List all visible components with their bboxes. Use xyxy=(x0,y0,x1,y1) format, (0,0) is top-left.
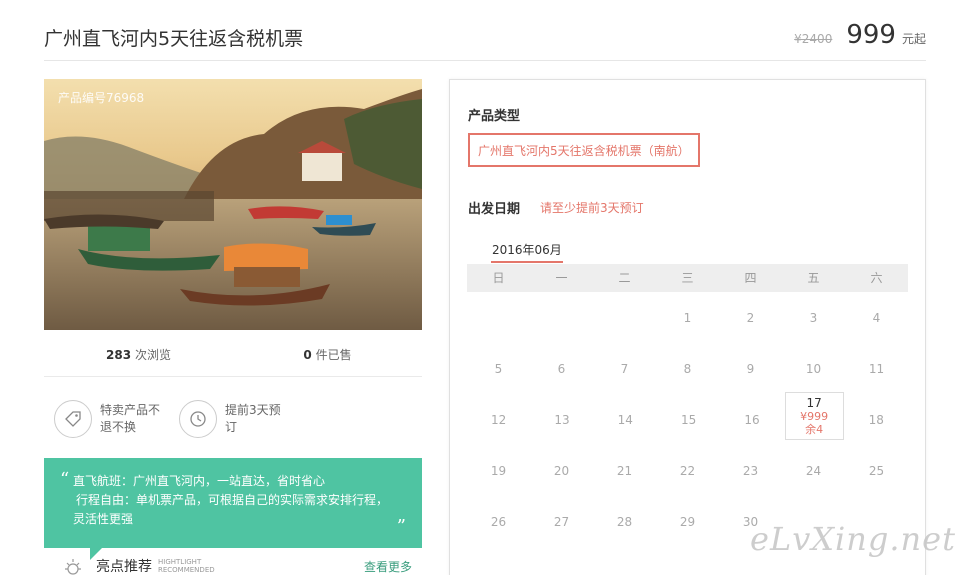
weekday-label: 四 xyxy=(744,271,757,285)
calendar-day: 24 xyxy=(805,463,822,478)
clock-icon xyxy=(179,400,217,438)
day-remaining: 余4 xyxy=(805,422,824,436)
calendar-day: 28 xyxy=(616,514,633,529)
calendar-day: 14 xyxy=(617,412,633,427)
calendar-day: 29 xyxy=(679,514,696,529)
stats-row: 283 次浏览 0 件已售 xyxy=(44,346,422,363)
calendar-day xyxy=(530,292,593,343)
site-watermark: eLvXing.net xyxy=(750,520,956,558)
intro-line: 直飞航班：广州直飞河内，一站直达，省时省心 xyxy=(73,474,326,488)
title-divider xyxy=(44,60,926,61)
calendar-day: 6 xyxy=(557,361,566,376)
calendar-day: 26 xyxy=(490,514,507,529)
weekday-label: 日 xyxy=(492,271,505,285)
weekday-label: 二 xyxy=(618,271,631,285)
month-tab-underline xyxy=(491,261,563,263)
calendar-day xyxy=(593,292,656,343)
calendar-day: 15 xyxy=(681,412,697,427)
intro-line: 灵活性更强 xyxy=(73,512,134,526)
product-type-option[interactable]: 广州直飞河内5天往返含税机票（南航） xyxy=(468,133,700,167)
calendar-day: 25 xyxy=(868,463,885,478)
product-number: 产品编号76968 xyxy=(58,91,145,105)
highlight-sub1: HIGHTLIGHT xyxy=(158,558,202,566)
highlight-header: 亮点推荐 HIGHTLIGHT RECOMMENDED 查看更多 xyxy=(62,556,412,575)
calendar-grid: 1 2 3 4 5 6 7 8 9 10 11 12 13 14 15 16 1… xyxy=(467,292,908,547)
calendar-day: 10 xyxy=(805,361,822,376)
feature-text: 特卖产品不退不换 xyxy=(100,403,161,434)
sold-count: 0 xyxy=(303,348,312,362)
calendar-day: 13 xyxy=(554,412,570,427)
calendar-day: 27 xyxy=(553,514,570,529)
close-quote-icon: ” xyxy=(396,516,406,537)
calendar-day: 23 xyxy=(742,463,759,478)
calendar-day: 16 xyxy=(744,412,760,427)
weekday-label: 六 xyxy=(870,271,883,285)
product-photo: 产品编号76968 xyxy=(44,79,422,330)
sold-label: 件已售 xyxy=(315,348,352,362)
calendar-day: 12 xyxy=(491,412,507,427)
weekday-header: 日 一 二 三 四 五 六 xyxy=(467,264,908,292)
calendar-day: 1 xyxy=(683,310,692,325)
calendar-day: 21 xyxy=(616,463,633,478)
day-price: ¥999 xyxy=(800,409,829,423)
advance-booking-hint: 请至少提前3天预订 xyxy=(540,201,644,215)
weekday-label: 五 xyxy=(807,271,820,285)
calendar-day: 5 xyxy=(494,361,503,376)
views-label: 次浏览 xyxy=(134,348,171,362)
calendar-week: 1 2 3 4 xyxy=(467,292,908,343)
departure-date-label: 出发日期 xyxy=(468,202,521,217)
weekday-label: 一 xyxy=(555,271,568,285)
calendar-day: 20 xyxy=(553,463,570,478)
calendar-day-available[interactable]: 17 ¥999 余4 xyxy=(784,392,844,440)
calendar-week: 12 13 14 15 16 17 ¥999 余4 18 xyxy=(467,392,908,445)
view-more-link[interactable]: 查看更多 xyxy=(364,558,412,575)
calendar-day: 19 xyxy=(490,463,507,478)
harbor-scene-image xyxy=(44,79,422,330)
price-block: ¥2400 999 元起 xyxy=(794,20,926,50)
month-tab[interactable]: 2016年06月 xyxy=(492,241,562,258)
price-unit: 元起 xyxy=(901,32,926,46)
weekday-label: 三 xyxy=(681,271,694,285)
feature-advance-booking: 提前3天预订 xyxy=(179,400,287,438)
calendar-day: 22 xyxy=(679,463,696,478)
calendar-day xyxy=(467,292,530,343)
feature-no-refund: 特卖产品不退不换 xyxy=(54,400,162,438)
calendar-day: 18 xyxy=(868,412,884,427)
calendar-day: 4 xyxy=(872,310,881,325)
sold-stat: 0 件已售 xyxy=(233,346,422,363)
calendar-day: 8 xyxy=(683,361,692,376)
booking-panel: 产品类型 广州直飞河内5天往返含税机票（南航） 出发日期 请至少提前3天预订 2… xyxy=(449,79,926,575)
intro-box: “ 直飞航班：广州直飞河内，一站直达，省时省心 行程自由：单机票产品，可根据自己… xyxy=(44,458,422,548)
highlight-title: 亮点推荐 xyxy=(96,559,152,575)
product-title: 广州直飞河内5天往返含税机票 xyxy=(44,28,304,50)
feature-text: 提前3天预订 xyxy=(225,403,281,434)
views-stat: 283 次浏览 xyxy=(44,346,233,363)
calendar-week: 19 20 21 22 23 24 25 xyxy=(467,445,908,496)
day-number: 17 xyxy=(806,395,822,410)
current-price: 999 xyxy=(846,20,896,50)
calendar-day: 7 xyxy=(620,361,629,376)
intro-line: 行程自由：单机票产品，可根据自己的实际需求安排行程， xyxy=(76,493,389,507)
calendar-day: 3 xyxy=(809,310,818,325)
views-count: 283 xyxy=(106,348,132,362)
calendar-day: 9 xyxy=(746,361,755,376)
highlight-subtitle: HIGHTLIGHT RECOMMENDED xyxy=(158,558,215,574)
calendar-week: 5 6 7 8 9 10 11 xyxy=(467,343,908,394)
sun-icon xyxy=(65,559,81,575)
original-price: ¥2400 xyxy=(794,32,833,46)
highlight-sub2: RECOMMENDED xyxy=(158,566,215,574)
product-type-label: 产品类型 xyxy=(468,109,521,124)
calendar-day: 2 xyxy=(746,310,755,325)
calendar-day: 11 xyxy=(868,361,885,376)
tag-icon xyxy=(54,400,92,438)
open-quote-icon: “ xyxy=(60,469,70,490)
stats-divider xyxy=(44,376,422,377)
